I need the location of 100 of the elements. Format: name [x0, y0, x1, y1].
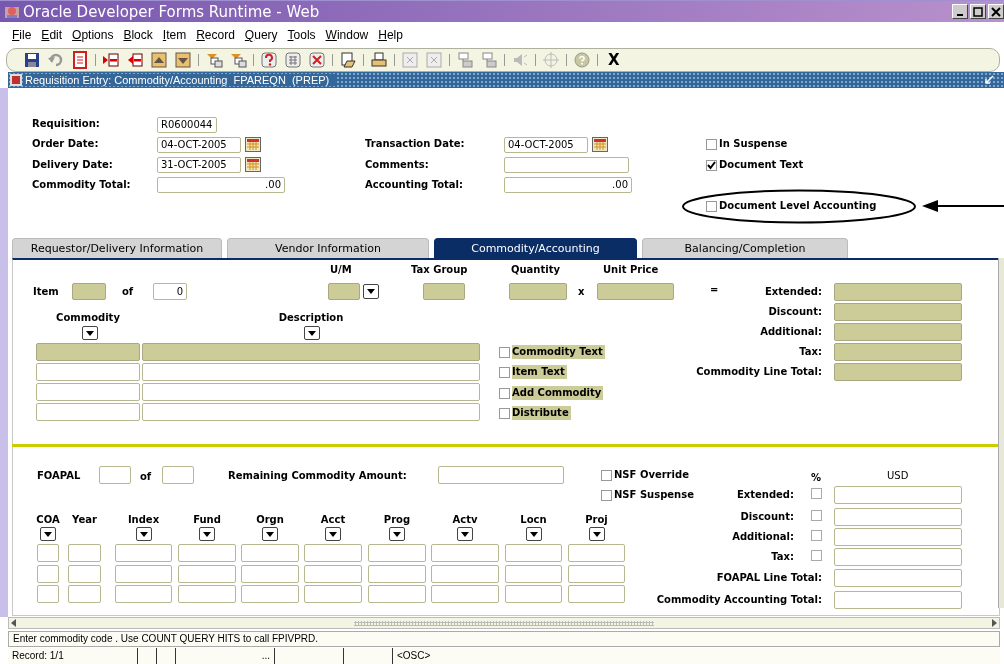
- checkbox[interactable]: [811, 550, 822, 561]
- table-cell[interactable]: [36, 403, 140, 421]
- menu-item[interactable]: Item: [162, 28, 187, 42]
- checkbox[interactable]: [499, 387, 510, 399]
- amount-field[interactable]: [438, 466, 564, 484]
- checkbox[interactable]: [811, 530, 822, 541]
- close-button[interactable]: [988, 4, 1004, 19]
- table-cell[interactable]: [68, 585, 101, 603]
- table-cell[interactable]: [368, 585, 426, 603]
- checkbox[interactable]: [706, 200, 717, 212]
- amount-field[interactable]: [834, 508, 962, 526]
- exit-button[interactable]: X: [604, 51, 624, 69]
- table-cell[interactable]: [568, 544, 625, 562]
- table-cell[interactable]: [115, 544, 172, 562]
- amount-field[interactable]: [834, 303, 962, 321]
- crosshair-icon[interactable]: [542, 51, 560, 69]
- checkbox[interactable]: [811, 488, 822, 499]
- grid-icon[interactable]: [401, 51, 419, 69]
- dropdown-button[interactable]: [304, 326, 320, 340]
- table-cell[interactable]: [142, 383, 480, 401]
- table-cell[interactable]: [36, 343, 140, 361]
- table-cell[interactable]: [505, 544, 562, 562]
- dropdown-button[interactable]: [457, 527, 473, 541]
- menu-item[interactable]: Block: [123, 28, 153, 42]
- table-cell[interactable]: [36, 363, 140, 381]
- printer-icon[interactable]: [370, 51, 388, 69]
- restore-icon[interactable]: [984, 75, 994, 85]
- foapal-count-field[interactable]: [162, 466, 194, 484]
- table-cell[interactable]: [68, 544, 101, 562]
- table-cell[interactable]: [178, 565, 236, 583]
- dropdown-button[interactable]: [325, 527, 341, 541]
- checkbox[interactable]: [499, 366, 510, 378]
- calendar-icon[interactable]: [245, 157, 261, 172]
- menu-item[interactable]: Query: [244, 28, 278, 42]
- dropdown-button[interactable]: [525, 527, 542, 541]
- table-icon[interactable]: [284, 51, 302, 69]
- table-cell[interactable]: [505, 565, 562, 583]
- table-cell[interactable]: [568, 585, 625, 603]
- foapal-field[interactable]: [99, 466, 131, 484]
- table-cell[interactable]: [431, 565, 499, 583]
- quantity-field[interactable]: [509, 283, 567, 300]
- tax-group-field[interactable]: [423, 283, 465, 300]
- checkbox[interactable]: [706, 159, 717, 171]
- tab[interactable]: Requestor/Delivery Information: [12, 238, 222, 258]
- amount-field[interactable]: [834, 569, 962, 587]
- menu-item[interactable]: File: [12, 28, 32, 42]
- calendar-icon[interactable]: [245, 137, 261, 152]
- menu-item[interactable]: Options: [72, 28, 114, 42]
- table-cell[interactable]: [431, 585, 499, 603]
- table-cell[interactable]: [178, 585, 236, 603]
- minimize-button[interactable]: [952, 4, 968, 19]
- arrow-left-icon[interactable]: [126, 51, 144, 69]
- dropdown-button[interactable]: [389, 527, 405, 541]
- table-cell[interactable]: [68, 565, 101, 583]
- table-cell[interactable]: [568, 565, 625, 583]
- table-cell[interactable]: [368, 565, 426, 583]
- text-field[interactable]: 04-OCT-2005: [504, 137, 588, 153]
- text-field[interactable]: 04-OCT-2005: [157, 137, 241, 153]
- arrow-right-icon[interactable]: [102, 51, 120, 69]
- menu-item[interactable]: Record: [196, 28, 235, 42]
- table-cell[interactable]: [36, 383, 140, 401]
- text-field[interactable]: 31-OCT-2005: [157, 157, 241, 173]
- tab[interactable]: Balancing/Completion: [642, 238, 848, 258]
- menu-item[interactable]: Help: [378, 28, 403, 42]
- item-count-field[interactable]: 0: [153, 283, 187, 300]
- unit-price-field[interactable]: [597, 283, 674, 300]
- amount-field[interactable]: [834, 528, 962, 546]
- dropdown-button[interactable]: [82, 326, 98, 340]
- dropdown-button[interactable]: [135, 527, 152, 541]
- table-cell[interactable]: [142, 403, 480, 421]
- table-cell[interactable]: [142, 363, 480, 381]
- table-cell[interactable]: [37, 544, 59, 562]
- checkbox[interactable]: [811, 510, 822, 521]
- table-cell[interactable]: [241, 544, 299, 562]
- page-icon[interactable]: [71, 51, 89, 69]
- menu-item[interactable]: Window: [325, 28, 369, 42]
- checkbox[interactable]: [601, 469, 612, 481]
- checkbox[interactable]: [601, 489, 612, 501]
- table-cell[interactable]: [178, 544, 236, 562]
- amount-field[interactable]: [834, 323, 962, 341]
- delete-icon[interactable]: [308, 51, 326, 69]
- text-field[interactable]: R0600044: [157, 117, 217, 133]
- calendar-icon[interactable]: [592, 137, 608, 152]
- table-cell[interactable]: [115, 585, 172, 603]
- table-cell[interactable]: [368, 544, 426, 562]
- table-cell[interactable]: [304, 565, 362, 583]
- stacked-boxes-icon[interactable]: [205, 51, 223, 69]
- table-cell[interactable]: [115, 565, 172, 583]
- checkbox[interactable]: [499, 407, 510, 419]
- dropdown-button[interactable]: [363, 284, 379, 299]
- speaker-icon[interactable]: [511, 51, 529, 69]
- dropdown-button[interactable]: [199, 527, 215, 541]
- amount-field[interactable]: [834, 591, 962, 609]
- stacked-boxes-icon[interactable]: [229, 51, 247, 69]
- text-field[interactable]: .00: [504, 177, 632, 193]
- amount-field[interactable]: [834, 548, 962, 566]
- help-icon[interactable]: [573, 51, 591, 69]
- amount-field[interactable]: [834, 343, 962, 361]
- document-icon[interactable]: [339, 51, 357, 69]
- menu-item[interactable]: Edit: [41, 28, 63, 42]
